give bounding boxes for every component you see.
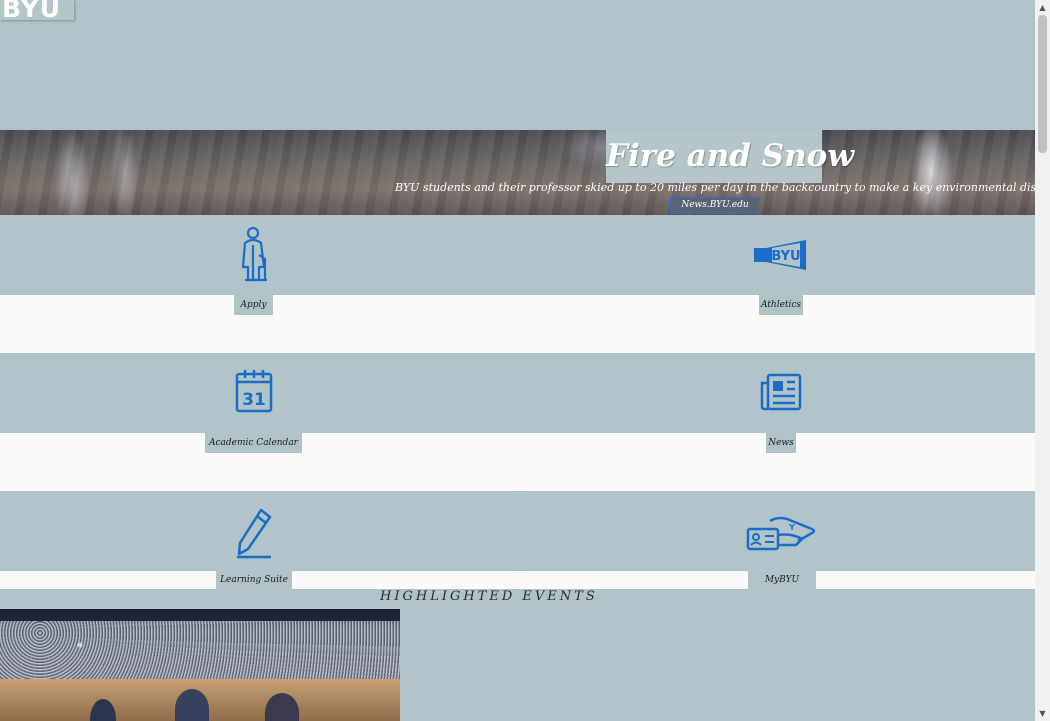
event-photo[interactable]: [0, 609, 400, 721]
tile-label-learning-suite[interactable]: Learning Suite: [216, 571, 292, 589]
tile-label-athletics[interactable]: Athletics: [759, 295, 803, 315]
calendar-icon: 31: [235, 369, 273, 417]
hero-background-image: [0, 130, 1035, 215]
spacer: [507, 571, 527, 589]
label-row: Learning Suite: [0, 571, 507, 589]
hero-banner: Fire and Snow BYU students and their pro…: [0, 130, 1035, 215]
spacer: [507, 433, 527, 491]
vertical-scrollbar[interactable]: ▲ ▼: [1035, 0, 1050, 721]
megaphone-icon: BYU: [752, 238, 810, 276]
person-icon: [237, 225, 271, 287]
svg-text:Y: Y: [788, 523, 795, 532]
label-row: MyBYU: [527, 571, 1035, 589]
tile-label-apply[interactable]: Apply: [234, 295, 273, 315]
id-card-icon: Y: [746, 515, 816, 555]
tile-apply[interactable]: [0, 215, 507, 295]
byu-logo[interactable]: BYU: [0, 0, 74, 20]
label-row: Academic Calendar: [0, 433, 507, 491]
svg-text:BYU: BYU: [771, 249, 800, 264]
tile-learning-suite[interactable]: [0, 491, 507, 571]
hero-subtitle: BYU students and their professor skied u…: [395, 181, 1035, 194]
label-row: Apply: [0, 295, 507, 353]
scroll-up-icon[interactable]: ▲: [1035, 0, 1050, 15]
crowd-graphic: [0, 621, 400, 681]
hero-news-link[interactable]: News.BYU.edu: [670, 197, 760, 214]
newspaper-icon: [760, 373, 802, 415]
label-row: Athletics: [527, 295, 1035, 353]
tile-mybyu[interactable]: Y: [527, 491, 1034, 571]
hero-title: Fire and Snow: [606, 130, 854, 183]
tile-athletics[interactable]: BYU: [527, 215, 1034, 295]
pencil-icon: [235, 507, 273, 563]
tile-news[interactable]: [527, 353, 1034, 433]
player-silhouette: [175, 689, 209, 721]
svg-text:31: 31: [242, 390, 266, 410]
scroll-down-icon[interactable]: ▼: [1035, 706, 1050, 721]
tile-label-news[interactable]: News: [766, 433, 796, 453]
tile-label-academic-calendar[interactable]: Academic Calendar: [205, 433, 302, 453]
label-row: News: [527, 433, 1035, 491]
tile-academic-calendar[interactable]: 31: [0, 353, 507, 433]
page: BYU Fire and Snow BYU students and their…: [0, 0, 1035, 721]
highlighted-events-heading: HIGHLIGHTED EVENTS: [380, 589, 598, 604]
spacer: [507, 295, 527, 353]
tile-label-mybyu[interactable]: MyBYU: [748, 571, 816, 589]
scrollbar-thumb[interactable]: [1038, 15, 1047, 153]
